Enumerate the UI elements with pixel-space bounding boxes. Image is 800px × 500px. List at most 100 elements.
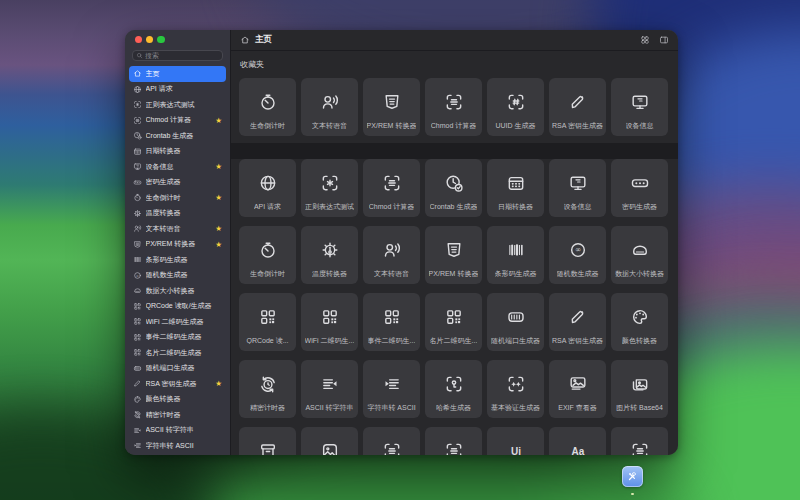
tool-tile[interactable]: Chmod 计算器 (425, 78, 482, 136)
qrcode-icon (382, 293, 402, 336)
tool-tile[interactable]: 基本验证生成器 (487, 360, 544, 418)
tool-tile-label: 正则表达式测试 (305, 202, 354, 210)
sidebar-item[interactable]: Chmod 计算器★ (129, 113, 226, 129)
sidebar-item[interactable]: 设备信息★ (129, 159, 226, 175)
sidebar-list: 主页API 请求正则表达式测试Chmod 计算器★Crontab 生成器日期转换… (125, 64, 230, 455)
favorites-label: 收藏夹 (240, 59, 670, 70)
tool-tile[interactable]: 日期转换器 (487, 159, 544, 217)
sidebar-item[interactable]: 数据大小转换器 (129, 283, 226, 299)
tool-tile[interactable]: 数据大小转换器 (611, 226, 668, 284)
tool-tile[interactable] (425, 427, 482, 455)
sidebar-item[interactable]: 生命倒计时★ (129, 190, 226, 206)
tool-tile[interactable]: 设备信息 (611, 78, 668, 136)
tool-tile[interactable]: Aa (549, 427, 606, 455)
sidebar-item[interactable]: 文本转语音★ (129, 221, 226, 237)
tool-tile[interactable]: ASCII 转字符串 (301, 360, 358, 418)
tool-tile[interactable]: 名片二维码生... (425, 293, 482, 351)
tool-tile[interactable]: 设备信息 (549, 159, 606, 217)
tool-tile[interactable]: 文本转语音 (301, 78, 358, 136)
grid-apps-icon[interactable] (640, 35, 650, 45)
tool-tile[interactable]: 事件二维码生... (363, 293, 420, 351)
tool-tile[interactable]: 哈希生成器 (425, 360, 482, 418)
tool-tile[interactable]: API 请求 (239, 159, 296, 217)
sidebar-item[interactable]: 字符串转 ASCII (129, 438, 226, 454)
zoom-button[interactable] (157, 36, 164, 43)
tool-tile[interactable]: 文本转语音 (363, 226, 420, 284)
sidebar-item[interactable]: QRCode 读取/生成器 (129, 299, 226, 315)
tool-tile-label: 哈希生成器 (436, 403, 471, 411)
images-icon (630, 360, 650, 403)
thermo-gear-icon (320, 226, 340, 269)
sidebar-item[interactable]: RSA 密钥生成器★ (129, 376, 226, 392)
tool-tile-label: Chmod 计算器 (369, 202, 415, 210)
sidebar-item[interactable]: 事件二维码生成器 (129, 330, 226, 346)
sidebar-item[interactable]: 随机端口生成器 (129, 361, 226, 377)
tool-tile[interactable]: 图片转 Base64 (611, 360, 668, 418)
tool-tile-label: UUID 生成器 (495, 121, 535, 129)
sidebar-item[interactable]: ∞随机数生成器 (129, 268, 226, 284)
tool-tile[interactable]: 生命倒计时 (239, 78, 296, 136)
text-aa-icon: Aa (568, 427, 588, 455)
close-button[interactable] (135, 36, 142, 43)
search-input[interactable] (145, 52, 219, 59)
tool-tile[interactable]: RSA 密钥生成器 (549, 293, 606, 351)
sidebar-item[interactable]: Crontab 生成器 (129, 128, 226, 144)
timer-sync-icon (258, 360, 278, 403)
scan-star-icon (133, 100, 142, 109)
qrcode-icon (444, 293, 464, 336)
tool-tile[interactable]: 温度转换器 (301, 226, 358, 284)
dock-app-icon[interactable] (622, 466, 643, 487)
sidebar-item[interactable]: API 请求 (129, 82, 226, 98)
sidebar-item[interactable]: 温度转换器 (129, 206, 226, 222)
tool-tile[interactable]: ∞随机数生成器 (549, 226, 606, 284)
tool-tile[interactable]: WiFi 二维码生... (301, 293, 358, 351)
scan-lines-icon (444, 427, 464, 455)
tool-tile[interactable]: 生命倒计时 (239, 226, 296, 284)
tool-tile[interactable]: Ui (487, 427, 544, 455)
sidebar-item[interactable]: 精密计时器 (129, 407, 226, 423)
tool-tile[interactable]: PX/REM 转换器 (425, 226, 482, 284)
tool-tile[interactable]: 随机端口生成器 (487, 293, 544, 351)
sidebar-item[interactable]: PX/REM 转换器★ (129, 237, 226, 253)
sidebar-item[interactable]: WiFi 二维码生成器 (129, 314, 226, 330)
sidebar-item-label: RSA 密钥生成器 (146, 379, 212, 389)
tool-tile[interactable]: PX/REM 转换器 (363, 78, 420, 136)
tool-tile[interactable]: 字符串转 ASCII (363, 360, 420, 418)
sidebar-item-label: 随机数生成器 (146, 270, 223, 280)
tool-tile[interactable]: 颜色转换器 (611, 293, 668, 351)
tool-tile[interactable]: 密码生成器 (611, 159, 668, 217)
globe-icon (258, 159, 278, 202)
tool-tile[interactable]: EXIF 查看器 (549, 360, 606, 418)
tool-tile-label: 名片二维码生... (430, 336, 478, 344)
tool-tile[interactable]: 条形码生成器 (487, 226, 544, 284)
tool-tile[interactable]: Chmod 计算器 (363, 159, 420, 217)
tool-tile-label: 文本转语音 (374, 269, 409, 277)
sidebar-item[interactable]: ASCII 转字符串 (129, 423, 226, 439)
scan-lines-icon (133, 116, 142, 125)
sidebar-item[interactable]: 密码生成器 (129, 175, 226, 191)
sidebar-item[interactable]: 颜色转换器 (129, 392, 226, 408)
tool-tile[interactable] (363, 427, 420, 455)
tool-tile[interactable]: 精密计时器 (239, 360, 296, 418)
qrcode-icon (133, 333, 142, 342)
sidebar-item[interactable]: 主页 (129, 66, 226, 82)
sidebar-item[interactable]: 条形码生成器 (129, 252, 226, 268)
tool-tile[interactable]: UUID 生成器 (487, 78, 544, 136)
search-field[interactable] (132, 50, 223, 61)
tool-tile-label: 随机数生成器 (557, 269, 599, 277)
tool-tile[interactable]: Crontab 生成器 (425, 159, 482, 217)
tool-tile[interactable]: RSA 密钥生成器 (549, 78, 606, 136)
favorites-section: 收藏夹 生命倒计时文本转语音PX/REM 转换器Chmod 计算器 UUID 生成… (231, 51, 678, 143)
sidebar-item[interactable]: 正则表达式测试 (129, 97, 226, 113)
tool-tile[interactable] (301, 427, 358, 455)
tool-tile[interactable]: QRCode 读... (239, 293, 296, 351)
sidebar-item[interactable]: 日期转换器 (129, 144, 226, 160)
tool-tile[interactable] (611, 427, 668, 455)
sidebar-item-label: 温度转换器 (146, 208, 223, 218)
minimize-button[interactable] (146, 36, 153, 43)
tool-tile[interactable] (239, 427, 296, 455)
sidebar-item[interactable]: 名片二维码生成器 (129, 345, 226, 361)
tool-tile[interactable]: 正则表达式测试 (301, 159, 358, 217)
sidebar-item-label: ASCII 转字符串 (146, 425, 223, 435)
sidebar-toggle-icon[interactable] (659, 35, 669, 45)
